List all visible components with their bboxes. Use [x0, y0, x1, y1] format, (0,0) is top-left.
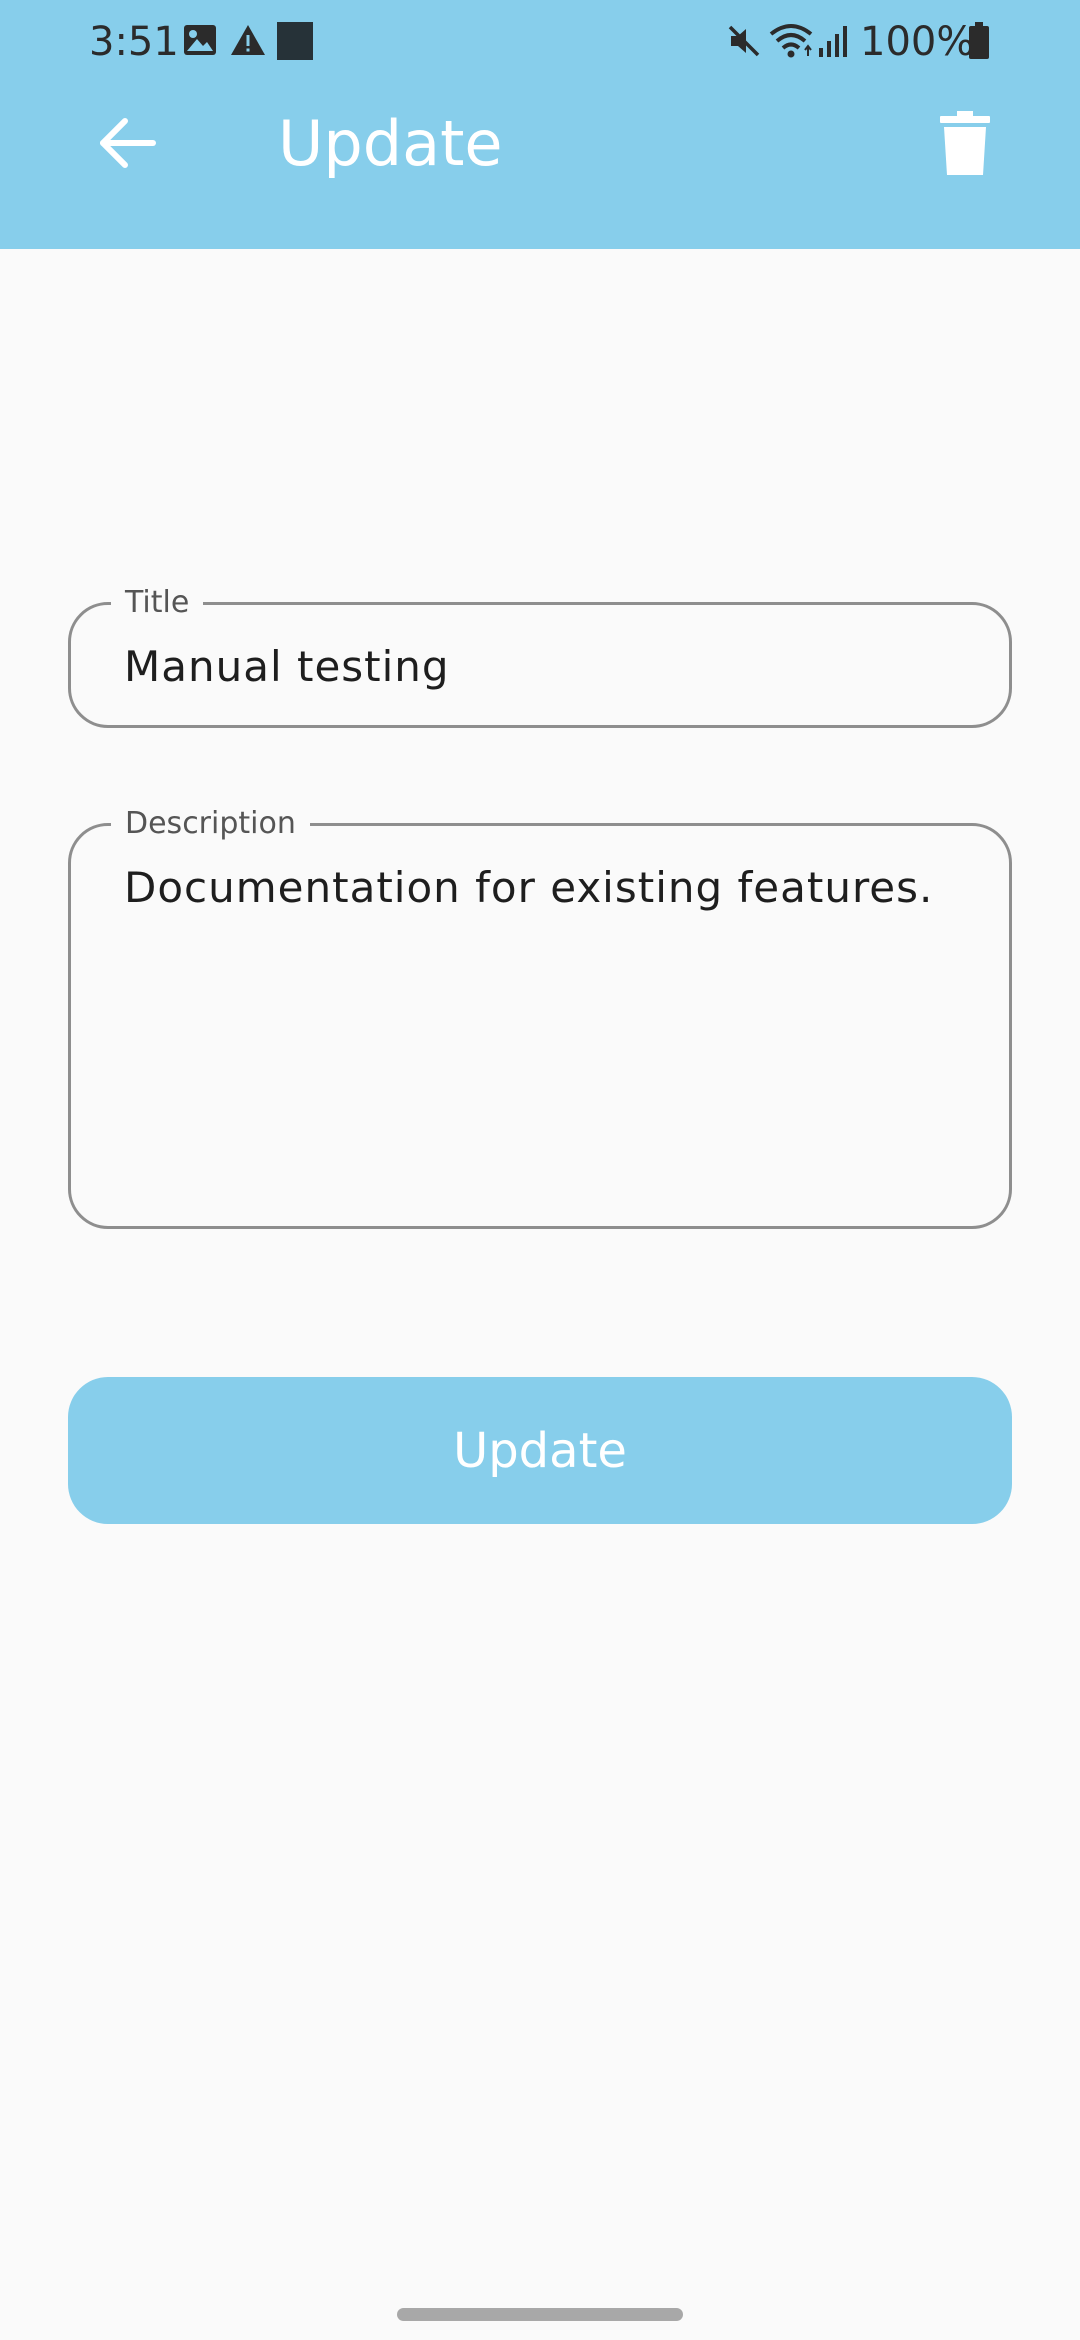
delete-button[interactable]	[920, 100, 1010, 190]
app-bar: 3:51 100% Update	[0, 0, 1080, 249]
status-time: 3:51	[89, 19, 179, 65]
signal-icon	[817, 24, 851, 62]
wifi-icon	[769, 22, 813, 64]
trash-icon	[940, 111, 990, 179]
battery-percent: 100%	[860, 19, 975, 65]
mute-icon	[727, 24, 761, 62]
description-field[interactable]: Description Documentation for existing f…	[68, 807, 1012, 1229]
page-title: Update	[278, 107, 503, 180]
title-field-label: Title	[111, 586, 204, 620]
description-field-label: Description	[111, 807, 310, 841]
image-icon	[183, 24, 217, 60]
update-button[interactable]: Update	[68, 1377, 1012, 1524]
square-icon	[277, 22, 313, 64]
back-button[interactable]	[82, 100, 172, 190]
description-field-value: Documentation for existing features.	[124, 863, 934, 912]
arrow-left-icon	[97, 117, 157, 173]
title-field[interactable]: Title Manual testing	[68, 586, 1012, 728]
warning-icon	[230, 24, 266, 60]
status-bar: 3:51 100%	[0, 0, 1080, 82]
home-indicator[interactable]	[397, 2308, 683, 2321]
title-field-value: Manual testing	[124, 642, 450, 691]
battery-icon	[968, 22, 990, 64]
